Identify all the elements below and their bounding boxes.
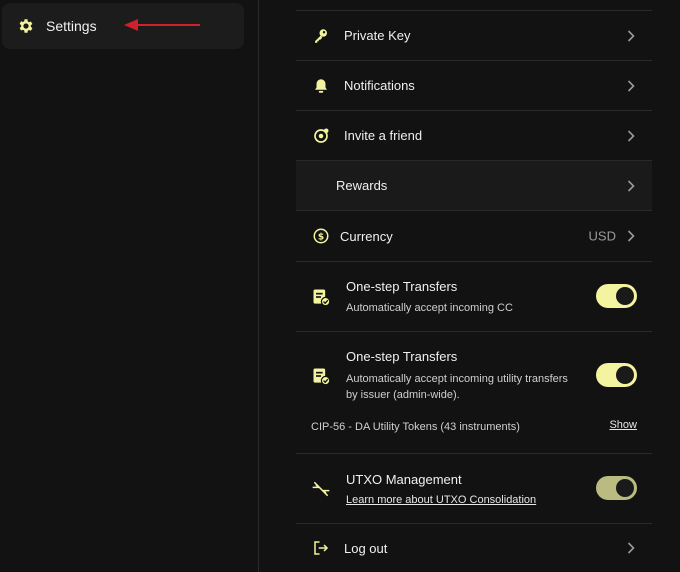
annotation-arrow (124, 19, 200, 31)
transfer-doc-icon (310, 286, 332, 308)
one-step-transfers-cc-subtitle: Automatically accept incoming CC (346, 302, 513, 314)
private-key-row[interactable]: Private Key (296, 11, 652, 61)
toggle-knob (616, 366, 634, 384)
merge-arrows-icon (310, 478, 332, 500)
currency-label: Currency (340, 228, 393, 244)
sidebar-divider (258, 0, 259, 572)
dollar-icon: $ (310, 225, 332, 247)
one-step-transfers-utility-subtitle-1: Automatically accept incoming utility tr… (346, 373, 568, 385)
currency-value: USD (588, 228, 616, 244)
show-instruments-link[interactable]: Show (609, 419, 637, 431)
one-step-transfers-cc-row: One-step Transfers Automatically accept … (296, 262, 652, 332)
utility-tokens-summary: CIP-56 - DA Utility Tokens (43 instrumen… (311, 421, 520, 433)
one-step-transfers-utility-row: One-step Transfers Automatically accept … (296, 332, 652, 454)
chevron-right-icon (626, 29, 636, 43)
utxo-learn-more-link[interactable]: Learn more about UTXO Consolidation (346, 494, 536, 506)
notifications-row[interactable]: Notifications (296, 61, 652, 111)
toggle-knob (616, 287, 634, 305)
chevron-right-icon (626, 79, 636, 93)
rewards-row[interactable]: Rewards (296, 161, 652, 211)
invite-friend-label: Invite a friend (344, 128, 423, 143)
bell-icon (310, 75, 332, 97)
one-step-transfers-utility-subtitle-2: by issuer (admin-wide). (346, 389, 460, 401)
chevron-right-icon (626, 541, 636, 555)
invite-friend-row[interactable]: Invite a friend (296, 111, 652, 161)
private-key-label: Private Key (344, 28, 411, 43)
notifications-label: Notifications (344, 78, 415, 93)
logout-row[interactable]: Log out (296, 524, 652, 572)
utxo-management-title: UTXO Management (346, 472, 462, 487)
sidebar: Settings (0, 0, 258, 572)
chevron-right-icon (626, 179, 636, 193)
currency-row[interactable]: $ Currency USD (296, 211, 652, 262)
logout-label: Log out (344, 540, 388, 556)
sidebar-item-label: Settings (46, 18, 97, 34)
logout-icon (310, 537, 332, 559)
one-step-transfers-cc-title: One-step Transfers (346, 279, 458, 294)
chevron-right-icon (626, 129, 636, 143)
one-step-transfers-utility-title: One-step Transfers (346, 349, 458, 364)
svg-text:$: $ (318, 232, 324, 242)
one-step-transfers-cc-toggle[interactable] (596, 284, 637, 308)
transfer-doc-icon (310, 365, 332, 387)
toggle-knob (616, 479, 634, 497)
utxo-management-toggle[interactable] (596, 476, 637, 500)
gear-icon (16, 16, 36, 36)
key-icon (310, 25, 332, 47)
invite-icon (310, 125, 332, 147)
utxo-management-row: UTXO Management Learn more about UTXO Co… (296, 454, 652, 524)
chevron-right-icon (626, 229, 636, 243)
one-step-transfers-utility-toggle[interactable] (596, 363, 637, 387)
settings-list: Private Key Notifications Invite a frien… (296, 0, 652, 572)
rewards-label: Rewards (336, 178, 388, 193)
